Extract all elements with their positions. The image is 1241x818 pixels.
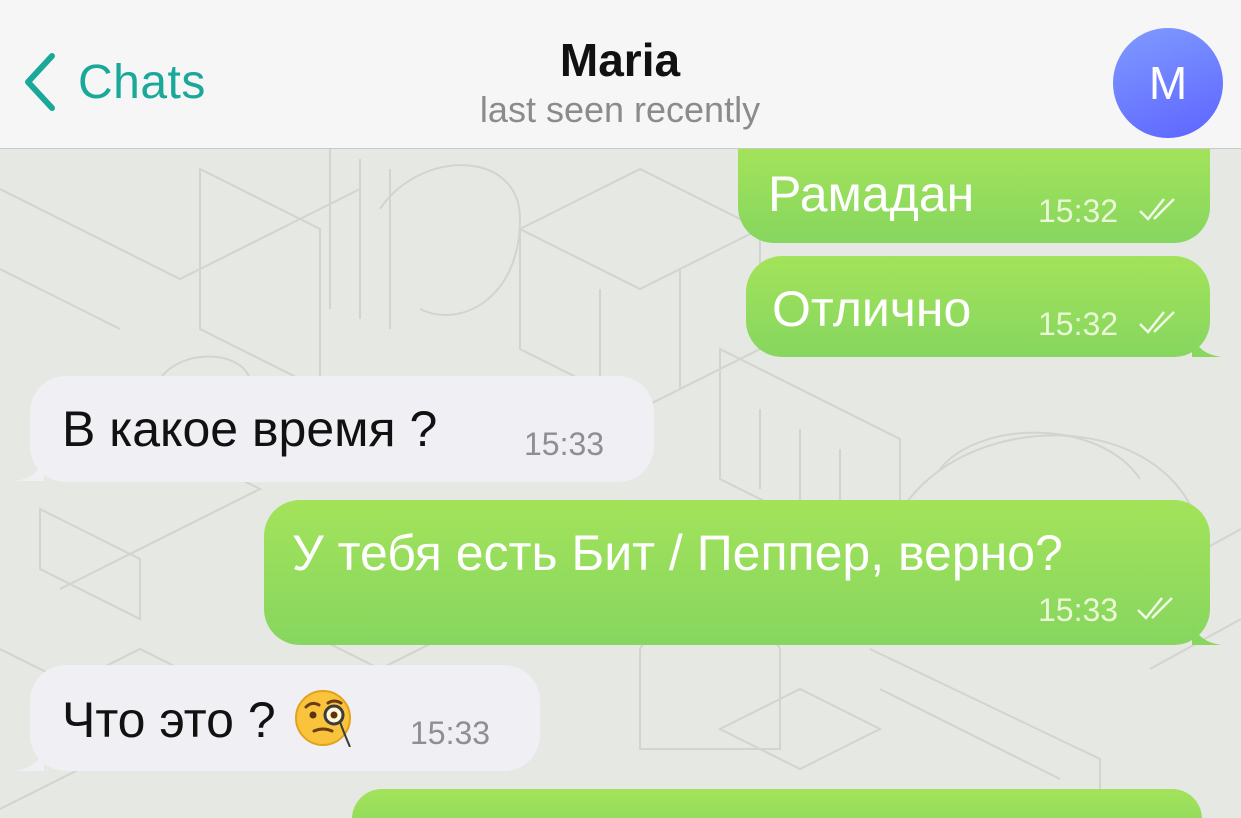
message-text: В какое время ? (62, 401, 438, 457)
message-text-content: Что это ? (62, 692, 276, 748)
message-bubble-outgoing[interactable]: Отлично 15:32 (746, 256, 1210, 357)
avatar-initial: M (1148, 57, 1188, 109)
message-time: 15:33 (524, 426, 605, 462)
bubble-tail (14, 741, 44, 771)
message-text: Рамадан (768, 166, 975, 222)
message-bubble-incoming[interactable]: В какое время ? 15:33 (30, 376, 654, 482)
bubble-tail (14, 451, 44, 481)
chat-title-area[interactable]: Maria last seen recently (320, 32, 920, 132)
message-bubble-outgoing[interactable]: Рамадан 15:32 (738, 149, 1210, 243)
chevron-left-icon (25, 53, 55, 111)
back-button[interactable]: Chats (20, 50, 206, 114)
message-time: 15:32 (1038, 193, 1119, 229)
read-checkmarks-icon (1139, 198, 1175, 221)
last-seen-status: last seen recently (479, 89, 761, 130)
contact-name: Maria (559, 34, 681, 86)
face-with-monocle-icon (294, 690, 351, 747)
message-time: 15:33 (410, 715, 491, 751)
bubble-tail (1192, 327, 1222, 357)
message-time: 15:33 (1038, 592, 1119, 628)
read-checkmarks-icon (1139, 311, 1175, 334)
chat-header: Chats Maria last seen recently M (0, 0, 1241, 149)
message-list[interactable]: Рамадан 15:32 Отлично 15:32 В какое врем… (0, 149, 1241, 818)
bubble-tail (1192, 615, 1222, 645)
message-bubble-outgoing-partial[interactable] (352, 789, 1202, 818)
message-text: Что это ? (62, 689, 352, 749)
message-bubble-outgoing[interactable]: У тебя есть Бит / Пеппер, верно? 15:33 (264, 500, 1210, 645)
message-time: 15:32 (1038, 306, 1119, 342)
message-text: Отлично (772, 281, 972, 337)
avatar[interactable]: M (1113, 28, 1223, 138)
message-text: У тебя есть Бит / Пеппер, верно? (292, 525, 1063, 581)
back-label: Chats (78, 55, 206, 109)
read-checkmarks-icon (1137, 597, 1173, 620)
message-bubble-incoming[interactable]: Что это ? 15:33 (30, 665, 540, 771)
